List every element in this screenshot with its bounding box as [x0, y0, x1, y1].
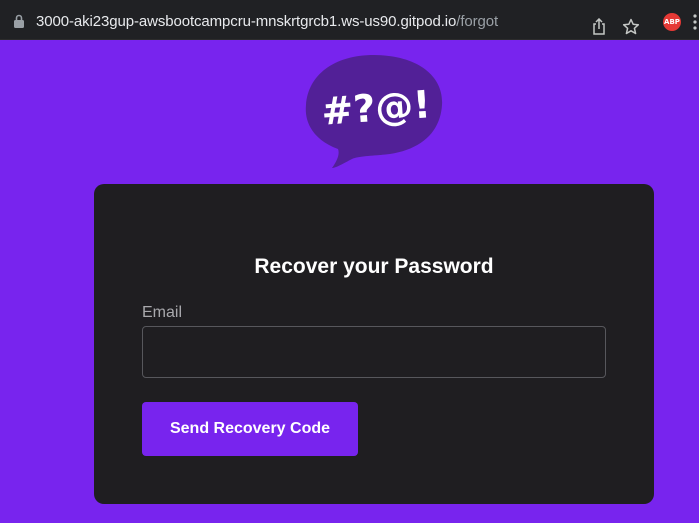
lock-icon[interactable]	[13, 14, 25, 28]
recovery-card: Recover your Password Email Send Recover…	[94, 184, 654, 504]
url-text[interactable]: 3000-aki23gup-awsbootcampcru-mnskrtgrcb1…	[36, 13, 498, 30]
email-field[interactable]	[142, 326, 606, 378]
menu-icon[interactable]	[692, 12, 698, 32]
adblock-plus-icon[interactable]: ABP	[663, 13, 681, 31]
page-title: Recover your Password	[254, 255, 494, 278]
url-host: 3000-aki23gup-awsbootcampcru-mnskrtgrcb1…	[36, 13, 457, 30]
logo-text: #?@!	[320, 82, 432, 134]
send-recovery-code-button[interactable]: Send Recovery Code	[142, 402, 358, 456]
logo: #?@!	[305, 55, 443, 168]
url-path: /forgot	[456, 13, 499, 30]
star-icon[interactable]	[622, 18, 640, 36]
address-bar[interactable]: 3000-aki23gup-awsbootcampcru-mnskrtgrcb1…	[0, 5, 654, 39]
email-label: Email	[142, 304, 183, 321]
share-icon[interactable]	[591, 18, 607, 36]
browser-toolbar: 3000-aki23gup-awsbootcampcru-mnskrtgrcb1…	[0, 0, 699, 40]
